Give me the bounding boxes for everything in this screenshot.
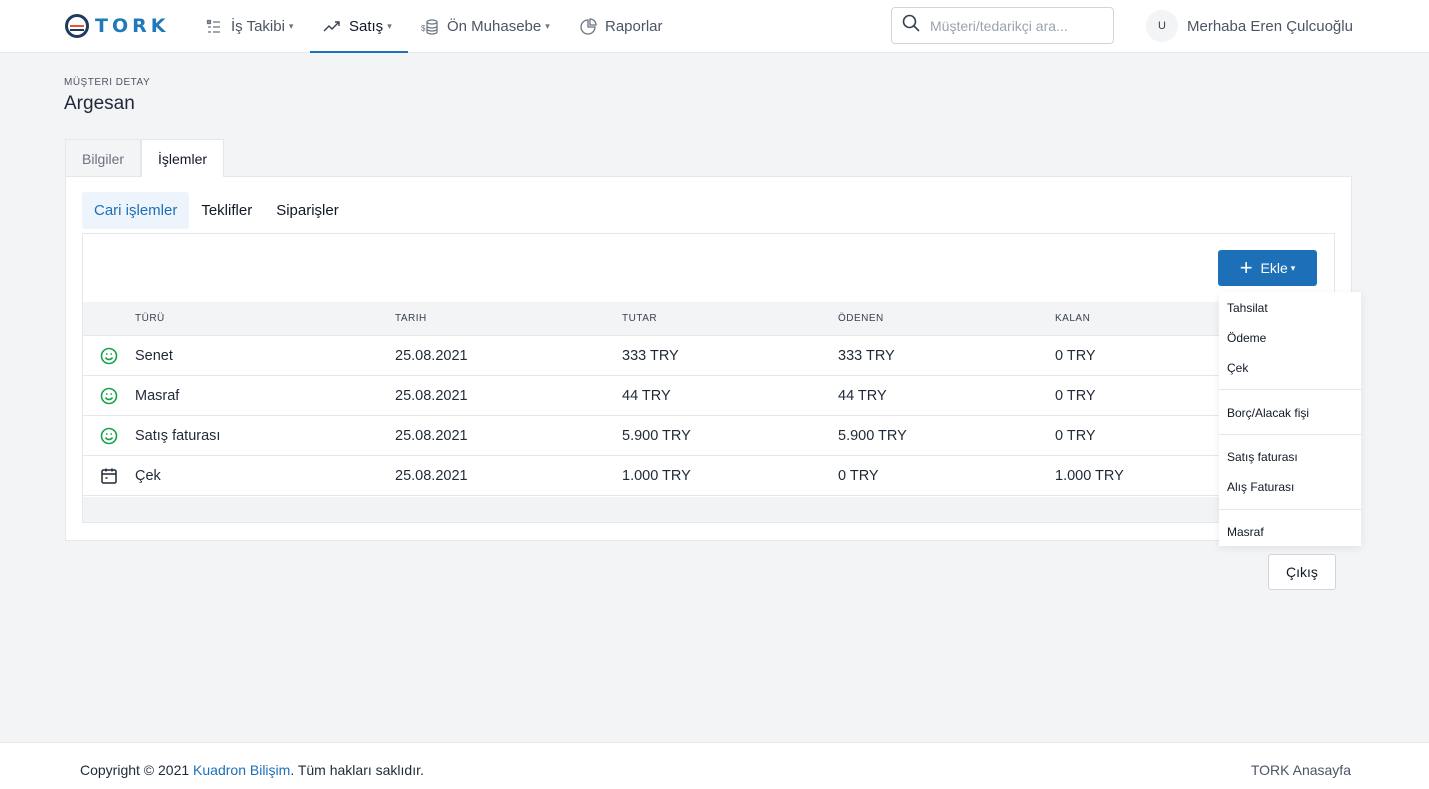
cell-date: 25.08.2021 xyxy=(395,388,468,404)
cell-type: Senet xyxy=(135,348,173,364)
menu-divider xyxy=(1219,389,1361,390)
nav-label: Raporlar xyxy=(605,18,663,35)
copyright-dot: . xyxy=(290,762,295,778)
cell-amount: 1.000 TRY xyxy=(622,468,691,484)
table-row[interactable]: Satış faturası 25.08.2021 5.900 TRY 5.90… xyxy=(83,416,1334,456)
search-input[interactable] xyxy=(930,17,1100,34)
cell-date: 25.08.2021 xyxy=(395,428,468,444)
page-footer: Copyright © 2021 Kuadron Bilişim. Tüm ha… xyxy=(0,742,1429,789)
menu-item-tahsilat[interactable]: Tahsilat xyxy=(1227,301,1268,315)
menu-item-borc-alacak-fisi[interactable]: Borç/Alacak fişi xyxy=(1227,406,1309,420)
subtab-cari-islemler[interactable]: Cari işlemler xyxy=(82,192,190,229)
cell-amount: 333 TRY xyxy=(622,348,679,364)
cell-remaining: 0 TRY xyxy=(1055,348,1096,364)
chevron-down-icon: ▾ xyxy=(387,21,392,31)
column-header-remaining[interactable]: KALAN xyxy=(1055,313,1090,324)
nav-raporlar[interactable]: Raporlar xyxy=(579,0,663,53)
cell-remaining: 1.000 TRY xyxy=(1055,468,1124,484)
tab-islemler[interactable]: İşlemler xyxy=(141,139,225,177)
menu-divider xyxy=(1219,509,1361,510)
smiley-icon xyxy=(100,347,118,365)
task-list-icon xyxy=(205,18,223,36)
pie-chart-icon xyxy=(579,18,597,36)
home-link[interactable]: TORK Anasayfa xyxy=(1251,762,1351,778)
avatar: U xyxy=(1146,10,1178,42)
subtab-siparisler[interactable]: Siparişler xyxy=(264,192,351,229)
cell-remaining: 0 TRY xyxy=(1055,428,1096,444)
search-box xyxy=(891,7,1114,44)
cell-type: Masraf xyxy=(135,388,180,404)
column-header-paid[interactable]: ÖDENEN xyxy=(838,313,884,324)
chevron-down-icon: ▾ xyxy=(545,21,550,31)
column-header-type[interactable]: TÜRÜ xyxy=(135,313,165,324)
table-row[interactable]: Çek 25.08.2021 1.000 TRY 0 TRY 1.000 TRY xyxy=(83,456,1334,496)
menu-item-odeme[interactable]: Ödeme xyxy=(1227,331,1266,345)
copyright-prefix: Copyright © 2021 xyxy=(80,762,190,778)
trend-up-icon xyxy=(323,18,341,36)
plus-icon: + xyxy=(1239,255,1253,280)
company-link[interactable]: Kuadron Bilişim xyxy=(193,762,290,778)
coins-icon: $ xyxy=(421,18,439,36)
menu-divider xyxy=(1219,434,1361,435)
calendar-icon xyxy=(100,467,118,485)
cell-paid: 0 TRY xyxy=(838,468,879,484)
user-greeting: Merhaba Eren Çulcuoğlu xyxy=(1187,17,1353,35)
sub-tabs: Cari işlemler Teklifler Siparişler xyxy=(82,192,351,229)
add-dropdown-menu: Tahsilat Ödeme Çek Borç/Alacak fişi Satı… xyxy=(1219,292,1361,546)
menu-item-masraf[interactable]: Masraf xyxy=(1227,525,1264,539)
nav-label: Satış xyxy=(349,18,384,35)
chevron-down-icon: ▾ xyxy=(288,21,294,31)
column-header-date[interactable]: TARIH xyxy=(395,313,427,324)
nav-label: Ön Muhasebe xyxy=(447,18,542,35)
logo-icon xyxy=(65,14,89,38)
brand-logo[interactable]: TORK xyxy=(65,13,169,39)
add-button[interactable]: + Ekle ▾ xyxy=(1218,250,1317,286)
table-row[interactable]: Senet 25.08.2021 333 TRY 333 TRY 0 TRY xyxy=(83,336,1334,376)
subtab-teklifler[interactable]: Teklifler xyxy=(189,192,264,229)
tab-bilgiler[interactable]: Bilgiler xyxy=(65,139,142,177)
page-eyebrow: MÜŞTERI DETAY xyxy=(64,77,151,88)
copyright-rights: Tüm hakları saklıdır. xyxy=(297,762,424,778)
page-title: Argesan xyxy=(64,93,135,114)
detail-tabs: Bilgiler İşlemler xyxy=(65,139,225,177)
cell-paid: 44 TRY xyxy=(838,388,887,404)
cell-amount: 44 TRY xyxy=(622,388,671,404)
chevron-down-icon: ▾ xyxy=(1290,262,1296,273)
smiley-icon xyxy=(100,427,118,445)
svg-text:$: $ xyxy=(421,24,426,33)
cell-type: Çek xyxy=(135,468,161,484)
table-footer xyxy=(83,497,1334,522)
search-icon xyxy=(902,14,920,37)
nav-is-takibi[interactable]: İş Takibi ▾ xyxy=(205,0,293,53)
cell-paid: 333 TRY xyxy=(838,348,895,364)
copyright: Copyright © 2021 Kuadron Bilişim. Tüm ha… xyxy=(80,762,424,778)
nav-on-muhasebe[interactable]: $ Ön Muhasebe ▾ xyxy=(421,0,550,53)
smiley-icon xyxy=(100,387,118,405)
cell-date: 25.08.2021 xyxy=(395,348,468,364)
cell-type: Satış faturası xyxy=(135,428,221,444)
table-header: TÜRÜ TARIH TUTAR ÖDENEN KALAN xyxy=(83,302,1334,336)
cell-date: 25.08.2021 xyxy=(395,468,468,484)
exit-button[interactable]: Çıkış xyxy=(1268,554,1336,590)
cell-remaining: 0 TRY xyxy=(1055,388,1096,404)
cell-amount: 5.900 TRY xyxy=(622,428,691,444)
cell-paid: 5.900 TRY xyxy=(838,428,907,444)
menu-item-satis-faturasi[interactable]: Satış faturası xyxy=(1227,450,1298,464)
nav-satis[interactable]: Satış ▾ xyxy=(310,0,408,53)
menu-item-cek[interactable]: Çek xyxy=(1227,361,1248,375)
menu-item-alis-faturasi[interactable]: Alış Faturası xyxy=(1227,480,1294,494)
user-menu[interactable]: U Merhaba Eren Çulcuoğlu xyxy=(1146,9,1353,43)
table-row[interactable]: Masraf 25.08.2021 44 TRY 44 TRY 0 TRY xyxy=(83,376,1334,416)
nav-label: İş Takibi xyxy=(231,18,285,35)
add-button-label: Ekle xyxy=(1260,260,1288,276)
brand-name: TORK xyxy=(95,15,170,37)
column-header-amount[interactable]: TUTAR xyxy=(622,313,657,324)
top-navbar: TORK İş Takibi ▾ Satış ▾ $ Ön Muhasebe ▾… xyxy=(0,0,1429,53)
